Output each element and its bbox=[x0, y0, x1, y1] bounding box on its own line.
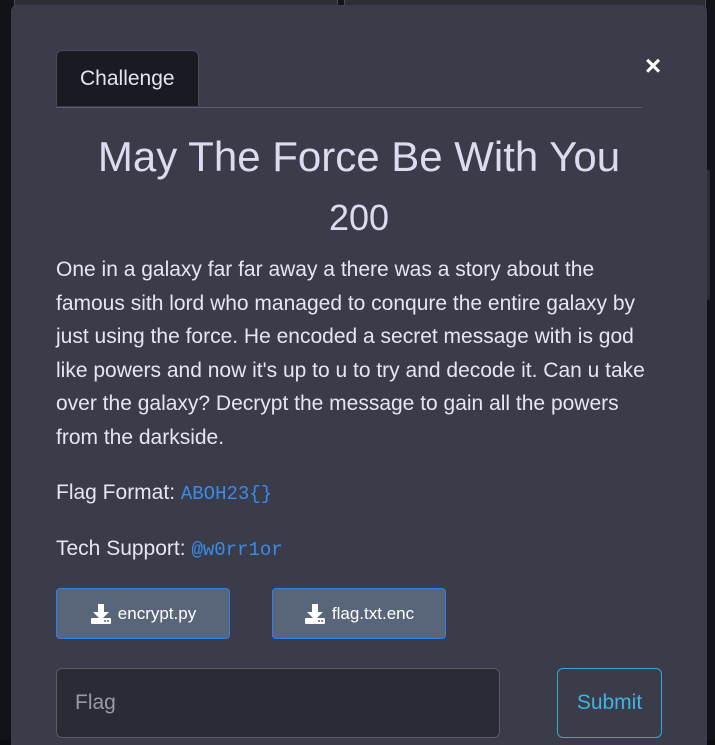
tab-challenge[interactable]: Challenge bbox=[56, 50, 199, 106]
download-icon bbox=[90, 603, 111, 624]
modal-tabs: Challenge bbox=[56, 50, 642, 108]
tech-support-label: Tech Support: bbox=[56, 537, 186, 560]
challenge-modal: Challenge × May The Force Be With You 20… bbox=[11, 5, 707, 745]
challenge-title: May The Force Be With You bbox=[97, 133, 621, 180]
download-encrypt-py-button[interactable]: encrypt.py bbox=[56, 588, 230, 639]
challenge-points: 200 bbox=[328, 197, 390, 238]
challenge-description: One in a galaxy far far away a there was… bbox=[56, 258, 645, 449]
file-label: encrypt.py bbox=[117, 603, 197, 623]
tech-support-link[interactable]: @w0rr1or bbox=[191, 539, 282, 561]
flag-format-value: ABOH23{} bbox=[180, 483, 273, 505]
download-flag-txt-enc-button[interactable]: flag.txt.enc bbox=[272, 588, 446, 639]
flag-input[interactable] bbox=[56, 668, 500, 738]
close-icon[interactable]: × bbox=[641, 51, 665, 81]
flag-format-label: Flag Format: bbox=[56, 481, 176, 504]
flag-format-line: Flag Format: ABOH23{} bbox=[56, 478, 272, 509]
download-icon bbox=[304, 603, 325, 624]
submit-button[interactable]: Submit bbox=[557, 668, 662, 738]
file-label: flag.txt.enc bbox=[331, 603, 415, 623]
tech-support-line: Tech Support: @w0rr1or bbox=[56, 534, 283, 565]
